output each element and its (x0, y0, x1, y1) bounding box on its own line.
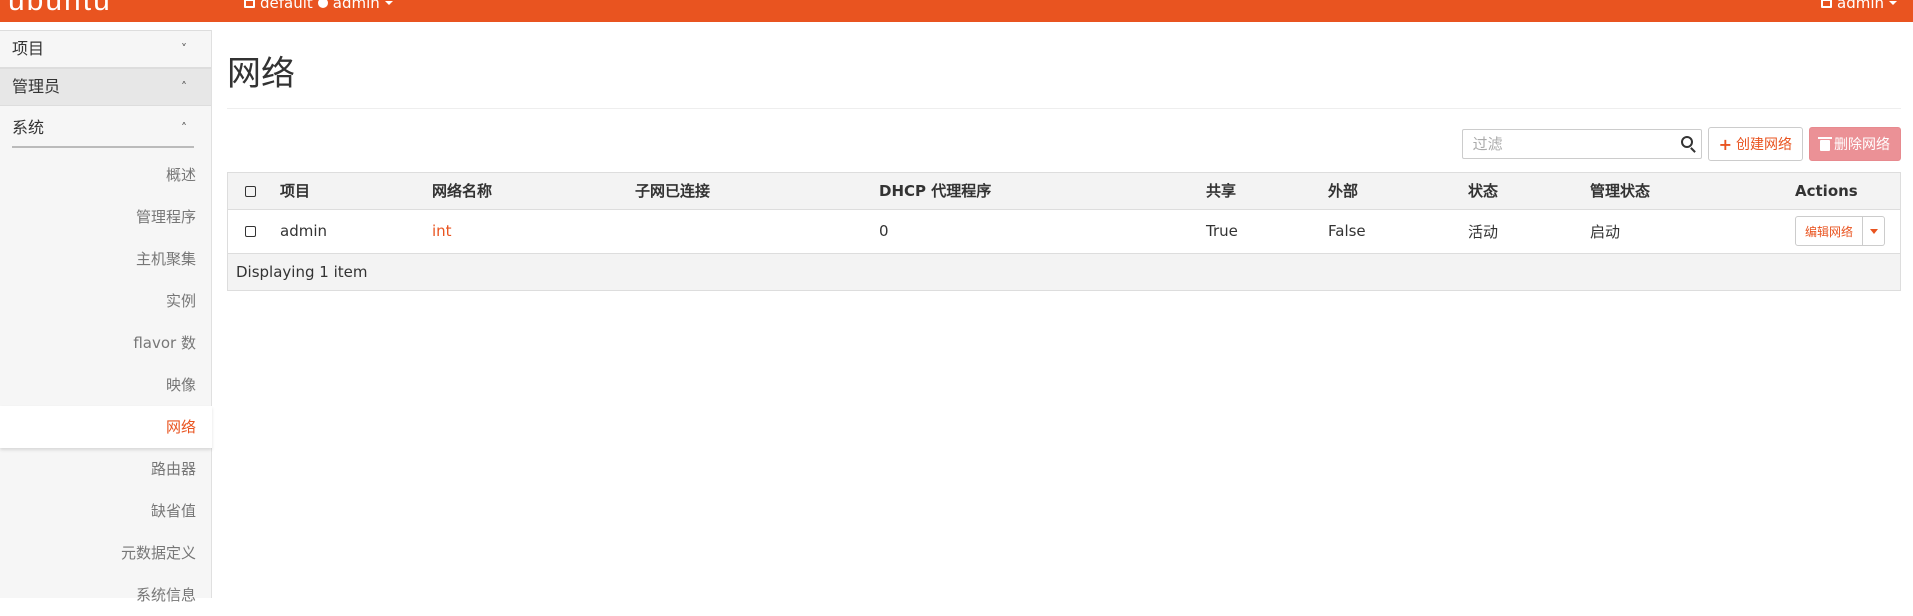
filter-field (1461, 129, 1702, 159)
row-actions: 编辑网络 (1795, 216, 1892, 246)
sidebar-subsection-label: 系统 (12, 118, 45, 137)
user-menu-label: admin (1837, 0, 1884, 12)
sidebar: 项目 ˅ 管理员 ˄ 系统 ˄ 概述 管理程序 主机聚集 实例 flavor 数… (0, 30, 212, 604)
create-network-button[interactable]: + 创建网络 (1707, 127, 1803, 161)
sidebar-item-images[interactable]: 映像 (0, 364, 212, 406)
sidebar-section-label: 管理员 (12, 77, 61, 96)
chevron-up-icon: ˄ (181, 121, 187, 135)
column-header-shared[interactable]: 共享 (1198, 173, 1320, 210)
table-header-row: 项目 网络名称 子网已连接 DHCP 代理程序 共享 外部 状态 管理状态 Ac… (228, 173, 1900, 210)
table-toolbar: + 创建网络 删除网络 (1461, 126, 1901, 162)
chevron-down-icon (384, 1, 393, 5)
top-navbar: ubuntu default admin admin (0, 0, 1913, 22)
sidebar-item-overview[interactable]: 概述 (0, 154, 212, 196)
sidebar-item-flavors[interactable]: flavor 数 (0, 322, 212, 364)
chevron-down-icon (1889, 1, 1897, 5)
cell-admin-state: 启动 (1582, 209, 1787, 254)
user-icon (1821, 0, 1832, 8)
cell-shared: True (1198, 209, 1320, 254)
cell-project: admin (272, 209, 424, 254)
cell-dhcp-agents: 0 (871, 209, 1198, 254)
column-header-external[interactable]: 外部 (1320, 173, 1460, 210)
row-actions-dropdown[interactable] (1863, 216, 1886, 246)
column-header-project[interactable]: 项目 (272, 173, 424, 210)
create-network-label: 创建网络 (1736, 137, 1792, 153)
column-header-admin-state[interactable]: 管理状态 (1582, 173, 1787, 210)
edit-network-button[interactable]: 编辑网络 (1795, 216, 1864, 246)
sidebar-item-metadata-definitions[interactable]: 元数据定义 (0, 532, 212, 574)
sidebar-subsection-system[interactable]: 系统 ˄ (0, 106, 211, 150)
row-checkbox[interactable] (244, 226, 256, 237)
column-header-subnets[interactable]: 子网已连接 (627, 173, 871, 210)
networks-table: 项目 网络名称 子网已连接 DHCP 代理程序 共享 外部 状态 管理状态 Ac… (227, 172, 1901, 291)
sidebar-item-routers[interactable]: 路由器 (0, 448, 212, 490)
filter-input[interactable] (1462, 130, 1668, 158)
sidebar-item-defaults[interactable]: 缺省值 (0, 490, 212, 532)
sidebar-section-label: 项目 (12, 39, 45, 58)
domain-icon (244, 0, 255, 8)
cell-subnets (627, 209, 871, 254)
brand-logo[interactable]: ubuntu (8, 0, 112, 18)
column-header-status[interactable]: 状态 (1460, 173, 1582, 210)
sidebar-item-system-info[interactable]: 系统信息 (0, 574, 212, 616)
cell-external: False (1320, 209, 1460, 254)
main-content: 网络 + 创建网络 删除网络 项目 网络名称 子网已连接 DHCP 代理程序 (227, 22, 1901, 291)
sidebar-item-hypervisors[interactable]: 管理程序 (0, 196, 212, 238)
sidebar-section-admin[interactable]: 管理员 ˄ (0, 68, 211, 106)
page-title: 网络 (227, 54, 295, 94)
column-header-dhcp-agents[interactable]: DHCP 代理程序 (871, 173, 1198, 210)
project-icon (317, 0, 328, 8)
project-picker-project: admin (332, 0, 380, 12)
chevron-up-icon: ˄ (181, 80, 187, 94)
table-row: admin int 0 True False 活动 启动 编辑网络 (228, 209, 1900, 254)
subsection-divider (12, 146, 194, 148)
column-header-network-name[interactable]: 网络名称 (424, 173, 627, 210)
sidebar-item-networks[interactable]: 网络 (0, 406, 212, 448)
cell-status: 活动 (1460, 209, 1582, 254)
project-picker[interactable]: default admin (244, 0, 393, 12)
select-all-checkbox[interactable] (244, 185, 256, 197)
search-icon[interactable] (1680, 136, 1693, 148)
user-menu[interactable]: admin (1821, 0, 1897, 12)
sidebar-item-host-aggregates[interactable]: 主机聚集 (0, 238, 212, 280)
project-picker-domain: default (260, 0, 313, 12)
sidebar-item-instances[interactable]: 实例 (0, 280, 212, 322)
plus-icon: + (1718, 134, 1732, 154)
trash-icon (1818, 136, 1832, 151)
delete-networks-label: 删除网络 (1834, 137, 1890, 153)
chevron-down-icon: ˅ (181, 42, 187, 56)
delete-networks-button[interactable]: 删除网络 (1809, 127, 1901, 161)
network-name-link[interactable]: int (432, 222, 452, 240)
table-footer-count: Displaying 1 item (228, 253, 1900, 290)
title-divider (227, 108, 1901, 109)
chevron-down-icon (1869, 228, 1878, 234)
column-header-actions: Actions (1787, 173, 1900, 210)
sidebar-section-project[interactable]: 项目 ˅ (0, 30, 211, 68)
